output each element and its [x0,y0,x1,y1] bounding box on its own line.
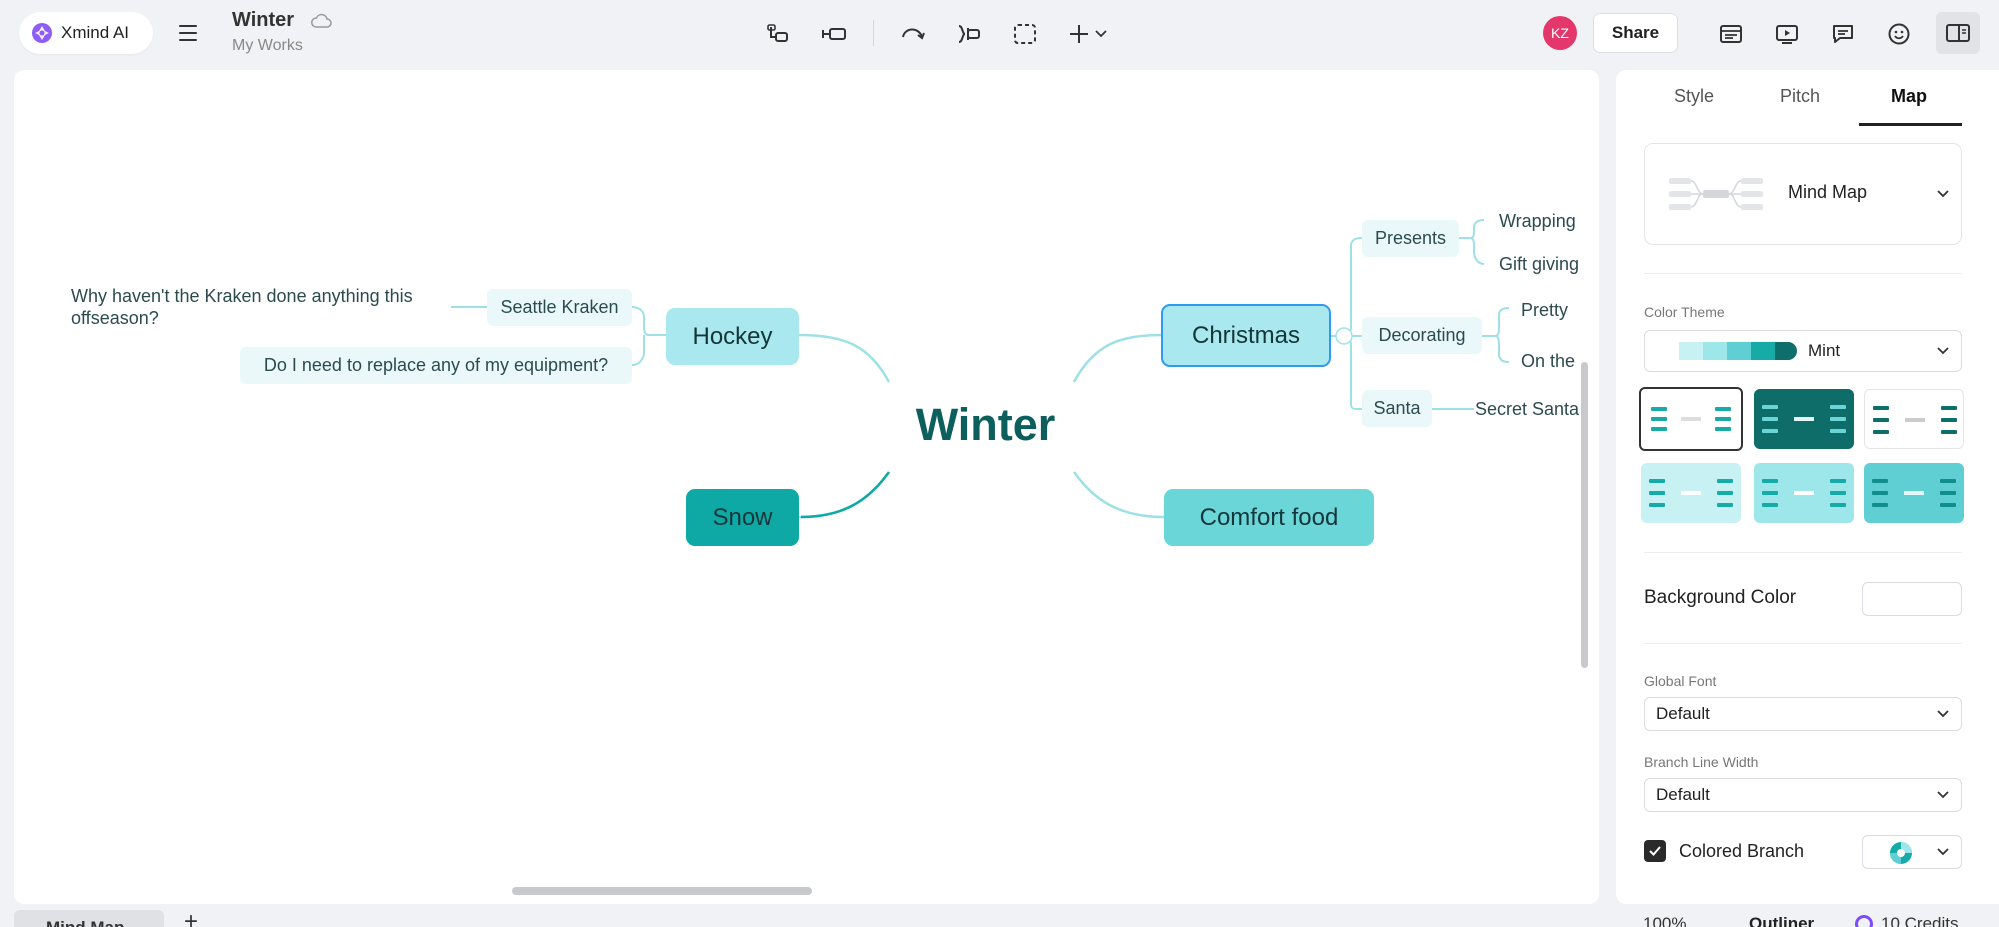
background-color-swatch[interactable] [1862,582,1962,616]
credits-icon [1855,915,1873,927]
format-icon[interactable] [1714,17,1748,51]
vertical-scrollbar[interactable] [1581,362,1588,668]
global-font-label: Global Font [1644,673,1717,689]
mind-map-structure-icon [1669,178,1763,210]
hamburger-menu-icon[interactable] [174,19,202,47]
tab-map[interactable]: Map [1891,86,1927,107]
xmind-ai-button[interactable]: Xmind AI [19,12,153,54]
subtopic-equipment[interactable]: Do I need to replace any of my equipment… [240,347,632,384]
document-title[interactable]: Winter [232,9,294,32]
format-panel: Style Pitch Map Mind Map Color Theme Min… [1616,70,1999,904]
divider [1644,552,1962,553]
tab-style[interactable]: Style [1674,86,1714,107]
topic-christmas[interactable]: Christmas [1161,304,1331,367]
subtopic-icon[interactable] [762,18,794,50]
divider [1644,643,1962,644]
theme-thumbnail-1[interactable] [1639,387,1743,451]
global-font-value: Default [1656,704,1710,723]
branch-line-width-dropdown[interactable]: Default [1644,778,1962,812]
credits-label: 10 Credits [1881,914,1959,927]
topic-comfort-food[interactable]: Comfort food [1164,489,1374,546]
topic-hockey[interactable]: Hockey [666,308,799,365]
global-font-dropdown[interactable]: Default [1644,697,1962,731]
central-topic[interactable]: Winter [903,394,1068,456]
tab-pitch[interactable]: Pitch [1780,86,1820,107]
structure-label: Mind Map [1788,182,1868,202]
leaf-secret-santa[interactable]: Secret Santa [1475,396,1579,422]
panel-tabs: Style Pitch Map [1616,70,1999,126]
insert-icon[interactable] [1066,18,1114,50]
emoji-icon[interactable] [1882,17,1916,51]
topic-snow[interactable]: Snow [686,489,799,546]
theme-thumbnail-6[interactable] [1864,463,1964,523]
branch-line-width-value: Default [1656,785,1710,804]
mint-swatch-icon [1679,342,1797,360]
chevron-down-icon [1937,710,1949,718]
color-theme-value: Mint [1808,341,1841,360]
colored-branch-label: Colored Branch [1679,841,1805,861]
outliner-button[interactable]: Outliner [1749,914,1814,927]
branch-color-picker[interactable] [1862,835,1962,869]
colored-branch-checkbox[interactable] [1644,840,1666,862]
bottom-bar: Mind Map + 100% Outliner 10 Credits [0,904,1999,927]
relationship-icon[interactable] [897,18,929,50]
branch-lines [451,219,1510,519]
branch-line-width-label: Branch Line Width [1644,754,1759,770]
leaf-gift-giving[interactable]: Gift giving [1499,251,1579,277]
leaf-wrapping[interactable]: Wrapping [1499,208,1576,234]
brand-name: Xmind AI [61,23,130,42]
leaf-on-the[interactable]: On the [1521,348,1575,374]
horizontal-scrollbar[interactable] [512,887,812,895]
theme-thumbnail-2[interactable] [1754,389,1854,449]
top-bar: Xmind AI Winter My Works KZ Share [0,0,1999,68]
zoom-level[interactable]: 100% [1643,914,1686,927]
background-color-label: Background Color [1644,587,1797,608]
checkmark-icon [1649,846,1661,856]
divider [1644,273,1962,274]
theme-thumbnail-3[interactable] [1864,389,1964,449]
subtopic-presents[interactable]: Presents [1362,220,1459,257]
subtopic-decorating[interactable]: Decorating [1362,317,1482,354]
theme-thumbnail-5[interactable] [1754,463,1854,523]
note-kraken-offseason[interactable]: Why haven't the Kraken done anything thi… [71,283,451,331]
note-line: Why haven't the Kraken done anything thi… [71,286,413,306]
document-location[interactable]: My Works [232,37,303,55]
toolbar-separator [873,20,874,46]
color-wheel-icon [1890,842,1912,864]
collapse-toggle[interactable] [1335,327,1353,345]
structure-selector[interactable]: Mind Map [1644,143,1962,245]
chevron-down-icon [1937,848,1949,856]
panel-toggle-icon[interactable] [1936,12,1980,54]
cloud-sync-icon [311,13,332,28]
color-theme-dropdown[interactable]: Mint [1644,330,1962,372]
add-sheet-icon[interactable]: + [184,910,198,927]
note-line: offseason? [71,308,159,328]
chevron-down-icon [1937,791,1949,799]
avatar[interactable]: KZ [1543,16,1577,50]
xmind-logo-icon [32,23,52,43]
mind-map-canvas[interactable]: Winter Hockey Snow Christmas Comfort foo… [14,70,1599,904]
pitch-icon[interactable] [1770,17,1804,51]
subtopic-santa[interactable]: Santa [1362,390,1432,427]
subtopic-seattle-kraken[interactable]: Seattle Kraken [487,289,632,326]
sheet-tab-mind-map[interactable]: Mind Map [14,910,164,927]
comments-icon[interactable] [1826,17,1860,51]
color-theme-label: Color Theme [1644,304,1725,320]
active-tab-indicator [1859,123,1962,126]
credits-indicator[interactable]: 10 Credits [1855,914,1958,927]
boundary-icon[interactable] [1009,18,1041,50]
theme-thumbnail-4[interactable] [1641,463,1741,523]
topic-icon[interactable] [818,18,850,50]
share-button[interactable]: Share [1593,13,1678,53]
summary-icon[interactable] [953,18,985,50]
leaf-pretty[interactable]: Pretty [1521,297,1568,323]
chevron-down-icon [1937,190,1949,198]
chevron-down-icon [1937,347,1949,355]
